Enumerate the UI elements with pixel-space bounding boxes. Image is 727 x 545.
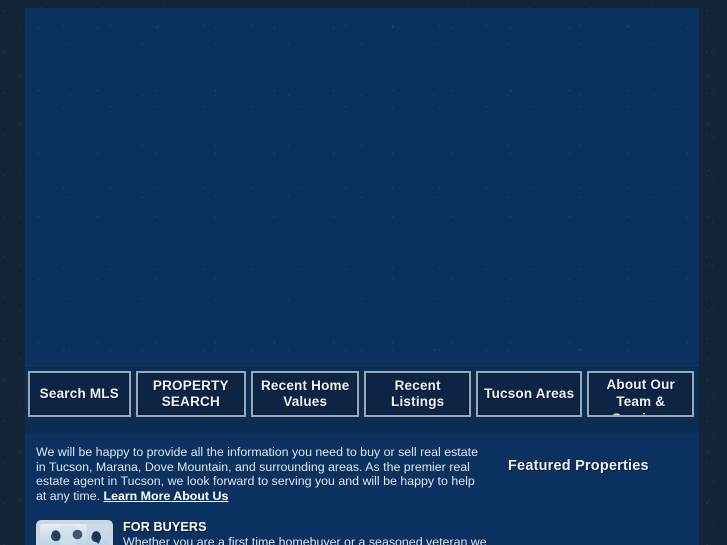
nav-tucson-areas-label: Tucson Areas (484, 386, 575, 401)
right-column: Featured Properties (495, 433, 699, 545)
nav-search-mls-label: Search MLS (39, 386, 119, 401)
featured-properties-title: Featured Properties (508, 458, 649, 474)
feature-description: Whether you are a first time homebuyer o… (123, 534, 487, 545)
nav-about-our-team-label: About Our Team & Services (606, 376, 676, 416)
main-navigation: Search MLS PROPERTY SEARCH Recent Home V… (25, 365, 699, 433)
intro-paragraph: We will be happy to provide all the info… (36, 445, 488, 504)
nav-tucson-areas[interactable]: Tucson Areas (475, 371, 583, 417)
left-column: We will be happy to provide all the info… (25, 433, 495, 545)
nav-recent-home-values-label: Recent Home Values (260, 378, 350, 409)
intro-text: We will be happy to provide all the info… (36, 445, 478, 504)
feature-block-for-buyers: FOR BUYERS Whether you are a first time … (36, 519, 495, 545)
nav-about-our-team[interactable]: About Our Team & Services (587, 371, 694, 417)
content-area: We will be happy to provide all the info… (25, 433, 699, 545)
nav-recent-home-values[interactable]: Recent Home Values (251, 371, 360, 417)
learn-more-about-us-link[interactable]: Learn More About Us (104, 489, 229, 503)
for-buyers-photo[interactable] (36, 519, 113, 545)
nav-recent-listings-label: Recent Listings (391, 378, 445, 409)
feature-heading: FOR BUYERS (123, 519, 207, 534)
header-banner (25, 8, 699, 365)
feature-body: FOR BUYERS Whether you are a first time … (123, 520, 495, 545)
nav-recent-listings[interactable]: Recent Listings (364, 371, 471, 417)
site-container: Search MLS PROPERTY SEARCH Recent Home V… (25, 8, 699, 545)
nav-search-mls[interactable]: Search MLS (28, 371, 131, 417)
nav-property-search[interactable]: PROPERTY SEARCH (135, 371, 247, 417)
for-buyers-photo-illustration (40, 523, 109, 545)
nav-property-search-label: PROPERTY SEARCH (152, 378, 229, 409)
